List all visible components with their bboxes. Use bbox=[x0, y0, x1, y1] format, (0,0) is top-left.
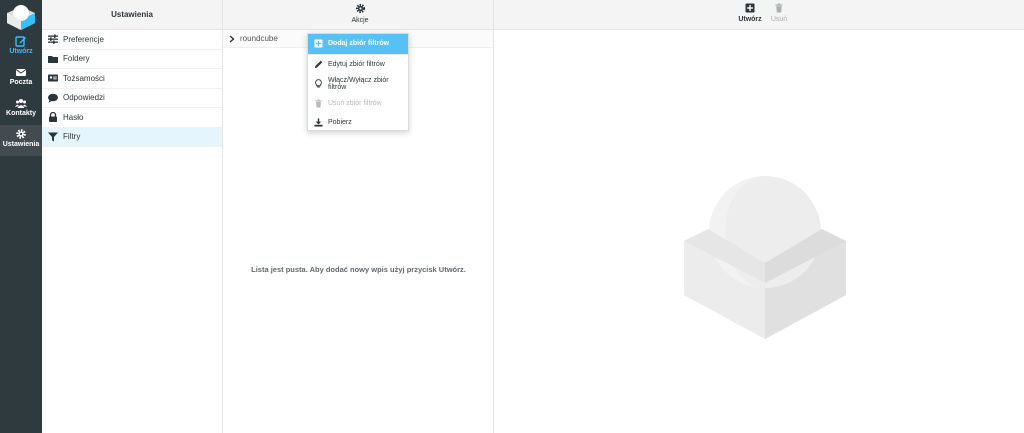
filter-set-name: roundcube bbox=[240, 34, 278, 43]
empty-list-message: Lista jest pusta. Aby dodać nowy wpis uż… bbox=[251, 265, 466, 274]
menu-delete-filter-set[interactable]: Usuń zbiór filtrów bbox=[308, 94, 408, 114]
nav-mail-label: Poczta bbox=[9, 79, 33, 86]
plus-square-icon bbox=[745, 3, 755, 13]
settings-item-label: Filtry bbox=[63, 132, 81, 142]
plus-square-icon bbox=[314, 39, 323, 48]
nav-contacts[interactable]: Kontakty bbox=[0, 94, 42, 124]
settings-item-responses[interactable]: Odpowiedzi bbox=[42, 89, 222, 108]
mail-icon bbox=[15, 69, 27, 76]
trash-icon bbox=[315, 99, 322, 108]
create-button[interactable]: Utwórz bbox=[738, 3, 762, 23]
menu-edit-filter-set[interactable]: Edytuj zbiór filtrów bbox=[308, 55, 408, 75]
menu-item-label: Dodaj zbiór filtrów bbox=[328, 40, 390, 48]
sliders-icon bbox=[48, 34, 58, 45]
content-toolbar: Utwórz Usuń bbox=[494, 0, 1024, 30]
main-navigation: Utwórz Poczta Kontakty Ustawienia bbox=[0, 0, 42, 433]
settings-list: Preferencje Foldery Tożsamości Odpowiedz… bbox=[42, 30, 222, 147]
nav-compose[interactable]: Utwórz bbox=[0, 32, 42, 62]
gear-icon bbox=[355, 3, 365, 14]
settings-item-label: Hasło bbox=[63, 112, 84, 122]
create-label: Utwórz bbox=[738, 16, 762, 23]
settings-item-label: Foldery bbox=[63, 54, 90, 64]
settings-item-label: Preferencje bbox=[63, 34, 104, 44]
menu-item-label: Usuń zbiór filtrów bbox=[328, 99, 382, 107]
folder-icon bbox=[48, 55, 58, 63]
nav-settings[interactable]: Ustawienia bbox=[0, 125, 42, 156]
lightbulb-icon bbox=[315, 79, 322, 88]
delete-label: Usuń bbox=[770, 16, 788, 23]
lock-icon bbox=[49, 112, 57, 123]
menu-item-label: Włącz/Wyłącz zbiór filtrów bbox=[328, 76, 389, 91]
settings-title: Ustawienia bbox=[111, 10, 153, 19]
settings-item-identities[interactable]: Tożsamości bbox=[42, 69, 222, 89]
settings-item-label: Tożsamości bbox=[63, 73, 105, 83]
comment-icon bbox=[48, 93, 58, 103]
settings-item-preferences[interactable]: Preferencje bbox=[42, 30, 222, 50]
actions-menu: Dodaj zbiór filtrów Edytuj zbiór filtrów… bbox=[307, 33, 409, 131]
settings-item-filters[interactable]: Filtry bbox=[42, 127, 222, 147]
menu-item-label: Pobierz bbox=[328, 119, 352, 127]
nav-contacts-label: Kontakty bbox=[6, 110, 36, 117]
compose-icon bbox=[15, 36, 26, 47]
content-panel: Utwórz Usuń bbox=[494, 0, 1024, 433]
id-card-icon bbox=[48, 74, 58, 82]
nav-compose-label: Utwórz bbox=[9, 48, 33, 55]
actions-button[interactable]: Akcje bbox=[349, 3, 371, 29]
contacts-icon bbox=[15, 99, 27, 108]
filter-icon bbox=[48, 132, 58, 142]
settings-item-label: Odpowiedzi bbox=[63, 93, 105, 103]
download-icon bbox=[314, 118, 323, 127]
settings-item-password[interactable]: Hasło bbox=[42, 108, 222, 128]
delete-button[interactable]: Usuń bbox=[767, 3, 791, 23]
chevron-right-icon bbox=[229, 34, 235, 43]
roundcube-logo bbox=[7, 5, 35, 30]
menu-item-label: Edytuj zbiór filtrów bbox=[328, 60, 385, 68]
settings-sidebar: Ustawienia Preferencje Foldery Tożsamośc… bbox=[42, 0, 223, 433]
filters-header: Akcje bbox=[223, 0, 493, 30]
menu-toggle-filter-set[interactable]: Włącz/Wyłącz zbiór filtrów bbox=[308, 74, 408, 94]
trash-icon bbox=[775, 3, 783, 13]
actions-label: Akcje bbox=[351, 17, 369, 24]
nav-mail[interactable]: Poczta bbox=[0, 63, 42, 93]
menu-download-filter-set[interactable]: Pobierz bbox=[308, 113, 408, 133]
settings-item-folders[interactable]: Foldery bbox=[42, 50, 222, 69]
settings-header: Ustawienia bbox=[42, 0, 222, 30]
roundcube-watermark bbox=[684, 176, 846, 339]
menu-add-filter-set[interactable]: Dodaj zbiór filtrów bbox=[308, 34, 408, 54]
nav-settings-label: Ustawienia bbox=[2, 141, 40, 148]
settings-gear-icon bbox=[16, 129, 26, 139]
pencil-icon bbox=[314, 60, 323, 68]
